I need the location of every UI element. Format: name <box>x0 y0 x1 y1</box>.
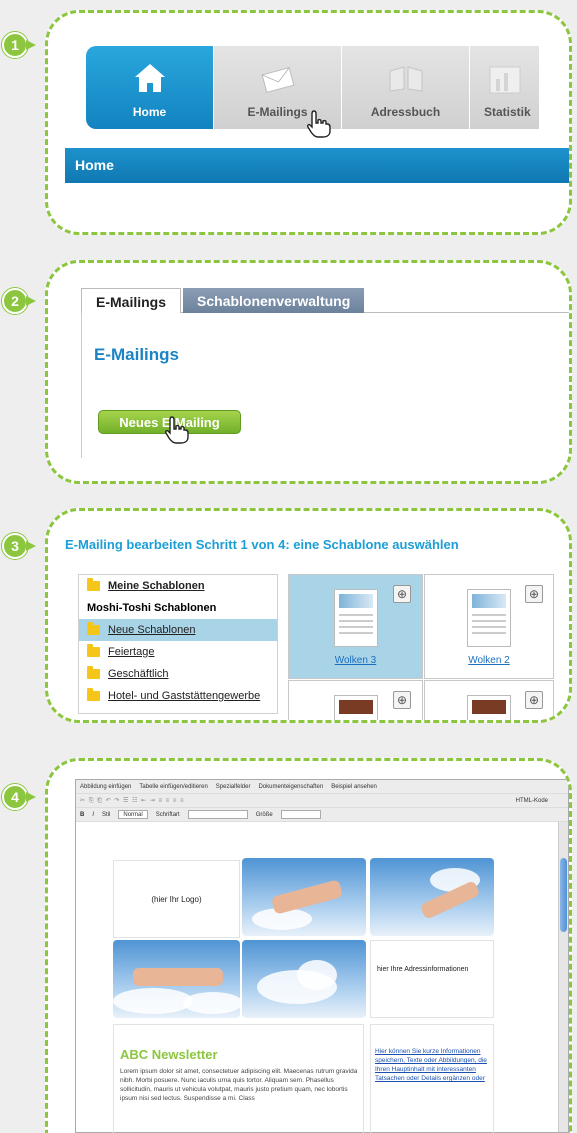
address-placeholder[interactable]: hier Ihre Adressinformationen <box>370 940 494 1018</box>
folder-label: Hotel- und Gaststättengewerbe <box>108 690 261 702</box>
template-label[interactable]: Wolken 2 <box>425 655 553 666</box>
side-text: Hier können Sie kurze Informationen spei… <box>375 1048 487 1082</box>
template-folder-tree: Meine Schablonen Moshi-Toshi Schablonen … <box>78 574 278 714</box>
template-thumbnail <box>334 695 378 720</box>
insert-image-button[interactable]: Abbildung einfügen <box>80 784 131 790</box>
step-badge-2: 2 <box>2 288 36 314</box>
size-select[interactable] <box>280 810 321 819</box>
tab-emailings[interactable]: E-Mailings <box>81 288 182 313</box>
nav-tab-label: E-Mailings <box>247 105 308 119</box>
nav-tab-home[interactable]: Home <box>86 46 214 129</box>
template-thumbnail <box>467 695 511 720</box>
newsletter-main-cell[interactable]: ABC Newsletter Lorem ipsum dolor sit ame… <box>113 1024 364 1133</box>
editor-toolbar-2: ✂ ⎘ ⎗ ↶ ↷ ☰ ☷ ⇤ ⇥ ≡ ≡ ≡ ≡ HTML-Kode <box>76 794 568 808</box>
page-title-bar: Home <box>65 148 569 183</box>
folder-icon <box>87 688 100 701</box>
editor-scrollbar[interactable] <box>558 822 568 1132</box>
style-label: Stil <box>102 811 111 818</box>
folder-my-templates[interactable]: Meine Schablonen <box>79 575 277 597</box>
folder-icon <box>87 644 100 657</box>
hand-cursor-icon <box>165 416 189 444</box>
editor-toolbar-1: Abbildung einfügen Tabelle einfügen/edit… <box>76 780 568 794</box>
logo-placeholder[interactable]: (hier Ihr Logo) <box>113 860 240 938</box>
nav-tab-label: Statistik <box>484 105 531 119</box>
group-heading: Moshi-Toshi Schablonen <box>87 602 217 614</box>
nav-tab-label: Home <box>132 105 167 119</box>
newsletter-side-cell[interactable]: Hier können Sie kurze Informationen spei… <box>370 1024 494 1133</box>
template-card[interactable]: ⊕ Wolken 2 <box>424 574 554 679</box>
folder-label: Feiertage <box>108 646 155 658</box>
newsletter-text: Lorem ipsum dolor sit amet, consectetuer… <box>120 1068 358 1102</box>
scrollbar-thumb[interactable] <box>560 858 567 932</box>
italic-icon[interactable]: I <box>92 812 94 818</box>
template-card[interactable]: ⊕ <box>424 680 554 720</box>
folder-label: Geschäftlich <box>108 668 169 680</box>
template-thumbnail <box>334 589 378 647</box>
book-icon <box>386 61 426 95</box>
special-fields-button[interactable]: Spezialfelder <box>216 784 251 790</box>
template-card[interactable]: ⊕ <box>288 680 423 720</box>
zoom-icon[interactable]: ⊕ <box>393 691 411 709</box>
handshake-image <box>242 858 366 936</box>
template-thumbnail <box>467 589 511 647</box>
folder-geschaeftlich[interactable]: Geschäftlich <box>79 663 277 685</box>
step-badge-3: 3 <box>2 533 36 559</box>
envelope-icon <box>258 61 298 95</box>
folder-feiertage[interactable]: Feiertage <box>79 641 277 663</box>
step-1-panel: Home E-Mailings Adressbuch Statistik Hom… <box>45 10 572 235</box>
folder-label: Meine Schablonen <box>108 580 205 592</box>
style-select[interactable]: Normal <box>118 810 148 819</box>
preview-button[interactable]: Beispiel ansehen <box>331 784 377 790</box>
document-properties-button[interactable]: Dokumenteigenschaften <box>258 784 323 790</box>
folder-icon <box>87 622 100 635</box>
step-3-panel: E-Mailing bearbeiten Schritt 1 von 4: ei… <box>45 508 572 723</box>
chart-icon <box>484 61 524 95</box>
step-badge-1: 1 <box>2 32 36 58</box>
step-badge-4: 4 <box>2 784 36 810</box>
step-title: E-Mailing bearbeiten Schritt 1 von 4: ei… <box>65 537 459 552</box>
folder-neue-schablonen[interactable]: Neue Schablonen <box>79 619 277 641</box>
editor-toolbar-3: B I Stil Normal Schriftart Größe <box>76 808 568 822</box>
size-label: Größe <box>255 811 273 818</box>
zoom-icon[interactable]: ⊕ <box>525 691 543 709</box>
hand-image <box>370 858 494 936</box>
tab-schablonenverwaltung[interactable]: Schablonenverwaltung <box>183 288 365 313</box>
font-label: Schriftart <box>155 811 180 818</box>
nav-tab-adressbuch[interactable]: Adressbuch <box>342 46 470 129</box>
clouds-image <box>242 940 366 1018</box>
nav-tab-label: Adressbuch <box>370 105 441 119</box>
section-title: E-Mailings <box>94 345 180 364</box>
folder-icon <box>87 578 100 591</box>
page-title: Home <box>75 157 114 173</box>
home-icon <box>133 61 167 95</box>
hand-cursor-icon <box>307 110 331 138</box>
insert-table-button[interactable]: Tabelle einfügen/editieren <box>139 784 207 790</box>
emailings-tabs: E-Mailings Schablonenverwaltung <box>81 288 365 313</box>
zoom-icon[interactable]: ⊕ <box>393 585 411 603</box>
nav-tab-statistik[interactable]: Statistik <box>470 46 540 129</box>
step-2-panel: E-Mailings Schablonenverwaltung E-Mailin… <box>45 260 572 484</box>
html-editor: Abbildung einfügen Tabelle einfügen/edit… <box>75 779 569 1133</box>
template-card[interactable]: ⊕ Wolken 3 <box>288 574 423 679</box>
step-4-panel: Abbildung einfügen Tabelle einfügen/edit… <box>45 758 572 1133</box>
html-code-button[interactable]: HTML-Kode <box>516 798 548 804</box>
folder-icon <box>87 666 100 679</box>
font-select[interactable] <box>187 810 248 819</box>
handshake-clouds-image <box>113 940 240 1018</box>
template-grid: ⊕ Wolken 3 ⊕ Wolken 2 ⊕ ⊕ <box>288 574 569 720</box>
template-label[interactable]: Wolken 3 <box>289 655 422 666</box>
newsletter-title: ABC Newsletter <box>120 1047 218 1062</box>
folder-label: Neue Schablonen <box>108 624 196 636</box>
format-icons[interactable]: ✂ ⎘ ⎗ ↶ ↷ ☰ ☷ ⇤ ⇥ ≡ ≡ ≡ ≡ <box>80 797 185 805</box>
bold-icon[interactable]: B <box>80 812 84 818</box>
zoom-icon[interactable]: ⊕ <box>525 585 543 603</box>
folder-hotel[interactable]: Hotel- und Gaststättengewerbe <box>79 685 277 707</box>
